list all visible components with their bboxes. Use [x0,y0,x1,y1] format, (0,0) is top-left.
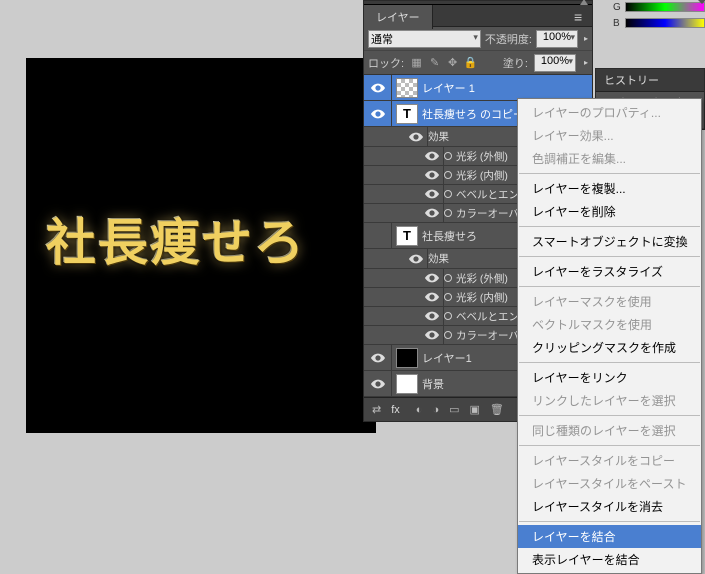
visibility-icon[interactable] [364,101,392,126]
bullet-icon [444,209,452,217]
mask-icon[interactable]: ◐ [416,404,423,416]
separator [519,415,700,416]
bullet-icon [444,152,452,160]
bullet-icon [444,274,452,282]
effect-label: 光彩 (外側) [456,271,508,286]
lock-all-icon[interactable]: 🔒 [464,56,477,69]
separator [519,226,700,227]
delete-icon[interactable]: 🗑 [490,403,504,416]
visibility-icon[interactable] [420,269,444,287]
bullet-icon [444,331,452,339]
canvas-text: 社長痩せろ [46,203,306,275]
adjustment-icon[interactable]: ◑ [432,404,439,416]
cm-copy-style: レイヤースタイルをコピー [518,449,701,472]
lock-label: ロック: [368,55,404,71]
visibility-icon[interactable] [404,127,428,146]
fill-step-icon[interactable]: ▸ [584,58,588,67]
opacity-step-icon[interactable]: ▸ [584,34,588,43]
color-sliders: G B [613,0,705,32]
visibility-icon[interactable] [420,166,444,184]
separator [519,256,700,257]
cm-layer-effects: レイヤー効果... [518,124,701,147]
new-layer-icon[interactable]: ▣ [470,403,480,416]
cm-convert-smart[interactable]: スマートオブジェクトに変換 [518,230,701,253]
link-icon[interactable]: ⇄ [372,403,381,416]
visibility-icon[interactable] [420,326,444,344]
visibility-icon[interactable] [364,223,392,248]
slider-b-label: B [613,18,625,29]
visibility-icon[interactable] [420,147,444,165]
opacity-input[interactable]: 100% [536,30,578,48]
cm-delete-layer[interactable]: レイヤーを削除 [518,200,701,223]
bullet-icon [444,190,452,198]
layers-tab[interactable]: レイヤー [364,5,433,29]
layer-name: レイヤー 1 [422,80,592,96]
panel-menu-icon[interactable] [574,9,588,21]
lock-paint-icon[interactable]: ✎ [428,56,441,69]
effects-label: 効果 [428,251,449,266]
cm-select-similar: 同じ種類のレイヤーを選択 [518,419,701,442]
fill-label: 塗り: [503,55,528,71]
cm-rasterize[interactable]: レイヤーをラスタライズ [518,260,701,283]
visibility-icon[interactable] [364,75,392,100]
visibility-icon[interactable] [420,307,444,325]
opacity-label: 不透明度: [485,31,532,47]
fill-input[interactable]: 100% [534,54,576,72]
layer-thumb [396,374,418,394]
bullet-icon [444,312,452,320]
layer-thumb [396,348,418,368]
cm-use-layer-mask: レイヤーマスクを使用 [518,290,701,313]
cm-merge-visible[interactable]: 表示レイヤーを結合 [518,548,701,571]
slider-b[interactable] [625,18,705,28]
cm-edit-adjustment: 色調補正を編集... [518,147,701,170]
separator [519,521,700,522]
slider-g[interactable] [625,2,705,12]
bullet-icon [444,171,452,179]
separator [519,286,700,287]
cm-merge-layers[interactable]: レイヤーを結合 [518,525,701,548]
slider-g-label: G [613,2,625,13]
cm-use-vector-mask: ベクトルマスクを使用 [518,313,701,336]
fx-icon[interactable]: fx [391,404,400,416]
bullet-icon [444,293,452,301]
visibility-icon[interactable] [364,371,392,396]
separator [519,173,700,174]
separator [519,445,700,446]
visibility-icon[interactable] [420,288,444,306]
effect-label: 光彩 (内側) [456,168,508,183]
visibility-icon[interactable] [364,345,392,370]
cm-layer-properties: レイヤーのプロパティ... [518,101,701,124]
lock-transparent-icon[interactable]: ▦ [410,56,423,69]
effects-label: 効果 [428,129,449,144]
type-layer-icon: T [396,226,418,246]
lock-move-icon[interactable]: ✥ [446,56,459,69]
cm-select-linked: リンクしたレイヤーを選択 [518,389,701,412]
visibility-icon[interactable] [420,204,444,222]
canvas[interactable]: 社長痩せろ [26,58,376,433]
cm-clipping-mask[interactable]: クリッピングマスクを作成 [518,336,701,359]
type-layer-icon: T [396,104,418,124]
layer-thumb [396,78,418,98]
cm-duplicate-layer[interactable]: レイヤーを複製... [518,177,701,200]
visibility-icon[interactable] [404,249,428,268]
effect-label: 光彩 (内側) [456,290,508,305]
cm-clear-style[interactable]: レイヤースタイルを消去 [518,495,701,518]
separator [519,362,700,363]
group-icon[interactable]: ▭ [449,403,459,416]
blend-mode-select[interactable]: 通常 [368,30,481,48]
context-menu: レイヤーのプロパティ... レイヤー効果... 色調補正を編集... レイヤーを… [517,98,702,574]
history-tab[interactable]: ヒストリー [596,69,704,92]
effect-label: 光彩 (外側) [456,149,508,164]
cm-paste-style: レイヤースタイルをペースト [518,472,701,495]
visibility-icon[interactable] [420,185,444,203]
cm-link-layers[interactable]: レイヤーをリンク [518,366,701,389]
